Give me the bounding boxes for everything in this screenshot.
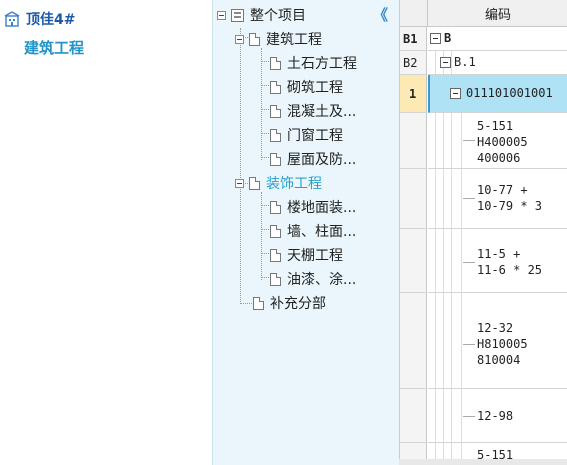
row-index[interactable] bbox=[400, 113, 427, 169]
code-cell: 011101001001 bbox=[466, 86, 553, 100]
code-cell: B bbox=[444, 31, 452, 45]
tree-item-label: 土石方工程 bbox=[287, 56, 357, 72]
document-icon bbox=[270, 80, 281, 94]
tree-group-label: 装饰工程 bbox=[266, 176, 322, 192]
tree-item[interactable]: 天棚工程 bbox=[270, 244, 343, 266]
document-icon bbox=[270, 128, 281, 142]
tree-root[interactable]: 整个项目 bbox=[217, 4, 306, 26]
document-icon bbox=[249, 32, 260, 46]
code-cell: B.1 bbox=[454, 55, 476, 69]
document-icon bbox=[270, 224, 281, 238]
collapse-toggle-icon[interactable] bbox=[450, 88, 461, 99]
tree-item[interactable]: 墙、柱面... bbox=[270, 220, 356, 242]
document-icon bbox=[270, 56, 281, 70]
document-icon bbox=[270, 200, 281, 214]
horizontal-scrollbar[interactable] bbox=[399, 459, 567, 465]
collapse-toggle-icon[interactable] bbox=[217, 10, 226, 20]
tree-group-label: 补充分部 bbox=[270, 296, 326, 312]
tree-item-label: 屋面及防... bbox=[287, 152, 357, 168]
tree-guide-line bbox=[261, 109, 269, 110]
tree-guide-line bbox=[261, 157, 269, 158]
project-node[interactable]: 顶佳4# bbox=[4, 9, 75, 29]
document-icon bbox=[253, 296, 264, 310]
tree-group-decoration[interactable]: 装饰工程 bbox=[235, 172, 322, 194]
tree-guide-line bbox=[261, 48, 262, 160]
tree-item-label: 天棚工程 bbox=[287, 248, 343, 264]
tree-item-label: 砌筑工程 bbox=[287, 80, 343, 96]
tree-guide-line bbox=[261, 229, 269, 230]
tree-item[interactable]: 门窗工程 bbox=[270, 124, 343, 146]
tree-group-building[interactable]: 建筑工程 bbox=[235, 28, 322, 50]
tree-guide-line bbox=[261, 205, 269, 206]
tree-guide-line bbox=[261, 253, 269, 254]
row-index[interactable] bbox=[400, 293, 427, 389]
row-index[interactable]: B1 bbox=[400, 27, 427, 51]
tree-item-label: 门窗工程 bbox=[287, 128, 343, 144]
tree-item-label: 楼地面装... bbox=[287, 200, 357, 216]
document-icon bbox=[270, 152, 281, 166]
table-row[interactable]: B bbox=[428, 27, 567, 51]
row-index[interactable]: 1 bbox=[400, 75, 427, 113]
project-type-item[interactable]: 建筑工程 bbox=[24, 37, 84, 58]
project-panel: 顶佳4# 建筑工程 bbox=[0, 0, 212, 465]
tree-guide-line bbox=[240, 28, 241, 304]
quota-code: 11-5 + 11-6 * 25 bbox=[477, 247, 543, 277]
table-row[interactable]: B.1 bbox=[428, 51, 567, 75]
project-root-icon bbox=[231, 8, 244, 22]
tree-connector bbox=[463, 416, 475, 417]
row-index[interactable] bbox=[400, 229, 427, 293]
tree-item[interactable]: 油漆、涂... bbox=[270, 268, 356, 290]
tree-connector bbox=[463, 198, 475, 199]
column-header-code[interactable]: 编码 bbox=[428, 4, 567, 23]
document-icon bbox=[270, 272, 281, 286]
tree-item-label: 混凝土及... bbox=[287, 104, 357, 120]
quota-code: 12-32 H810005 810004 bbox=[477, 321, 528, 367]
row-index[interactable]: B2 bbox=[400, 51, 427, 75]
document-icon bbox=[270, 248, 281, 262]
bill-grid: 编码 B1 B B2 B.1 1 011101001001 5-151 H400… bbox=[399, 0, 567, 465]
tree-guide-line bbox=[261, 85, 269, 86]
quota-code: 12-98 bbox=[477, 409, 514, 423]
tree-guide-line bbox=[261, 277, 269, 278]
tree-guide-line bbox=[261, 61, 269, 62]
grid-corner bbox=[400, 0, 428, 26]
tree-group-supplement[interactable]: 补充分部 bbox=[253, 292, 326, 314]
tree-root-label: 整个项目 bbox=[250, 8, 306, 24]
collapse-toggle-icon[interactable] bbox=[430, 33, 441, 44]
tree-item[interactable]: 混凝土及... bbox=[270, 100, 356, 122]
quota-code: 10-77 + 10-79 * 3 bbox=[477, 183, 543, 213]
collapse-panel-icon[interactable]: 《 bbox=[373, 4, 388, 25]
project-name: 顶佳4# bbox=[26, 12, 76, 28]
tree-item-label: 墙、柱面... bbox=[287, 224, 357, 240]
tree-item[interactable]: 砌筑工程 bbox=[270, 76, 343, 98]
tree-item[interactable]: 屋面及防... bbox=[270, 148, 356, 170]
collapse-toggle-icon[interactable] bbox=[235, 178, 244, 188]
tree-guide-line bbox=[261, 133, 269, 134]
document-icon bbox=[249, 176, 260, 190]
tree-item-label: 油漆、涂... bbox=[287, 272, 357, 288]
tree-item[interactable]: 土石方工程 bbox=[270, 52, 357, 74]
collapse-toggle-icon[interactable] bbox=[440, 57, 451, 68]
document-icon bbox=[270, 104, 281, 118]
division-tree: 整个项目 《 建筑工程 土石方工程 砌筑工程 混凝土及... 门窗工程 屋面及防… bbox=[212, 0, 400, 465]
table-row-selected[interactable]: 011101001001 bbox=[428, 75, 567, 113]
collapse-toggle-icon[interactable] bbox=[235, 34, 244, 44]
tree-connector bbox=[463, 140, 475, 141]
tree-item[interactable]: 楼地面装... bbox=[270, 196, 356, 218]
quota-code: 5-151 H400005 400006 bbox=[477, 119, 528, 165]
tree-group-label: 建筑工程 bbox=[266, 32, 322, 48]
row-index[interactable] bbox=[400, 389, 427, 443]
tree-connector bbox=[463, 262, 475, 263]
grid-header: 编码 bbox=[400, 0, 567, 27]
row-index[interactable] bbox=[400, 169, 427, 229]
building-icon bbox=[4, 11, 20, 27]
tree-connector bbox=[463, 344, 475, 345]
